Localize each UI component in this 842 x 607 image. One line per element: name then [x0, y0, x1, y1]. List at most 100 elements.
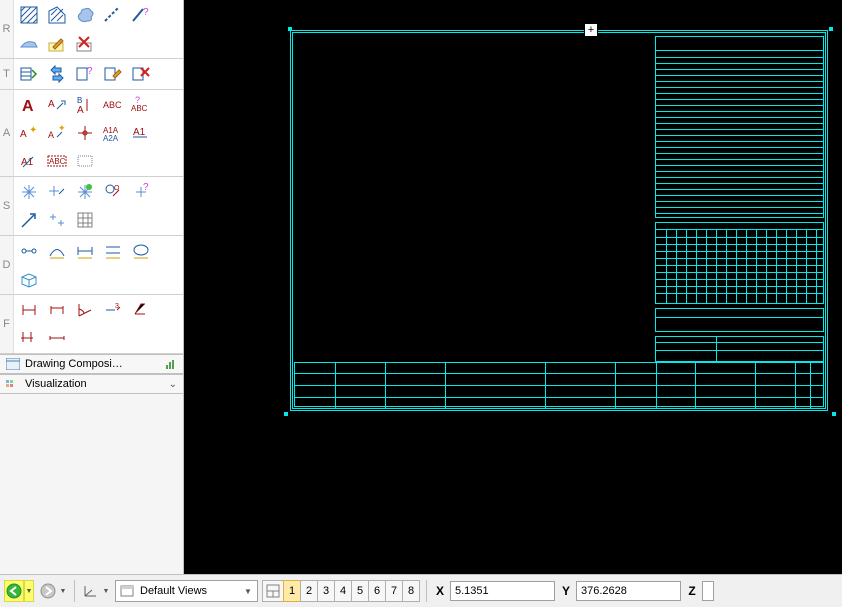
connector-icon[interactable]	[16, 238, 42, 264]
draft-tool-icon[interactable]	[16, 30, 42, 56]
svg-text:A: A	[48, 130, 54, 140]
bracket-tool-icon[interactable]	[72, 238, 98, 264]
chart-small-icon	[165, 358, 177, 370]
viewport-4-button[interactable]: 4	[334, 580, 352, 602]
dim-bottom1-icon[interactable]	[16, 325, 42, 351]
row-label-a: A	[0, 90, 14, 176]
row-label-f: F	[0, 295, 14, 353]
nav-back-button[interactable]	[4, 580, 24, 602]
arc-tool-icon[interactable]	[44, 238, 70, 264]
table-delete-icon[interactable]	[128, 61, 154, 87]
text-b-a-icon[interactable]: BA	[72, 92, 98, 118]
viewport-2-button[interactable]: 2	[300, 580, 318, 602]
viewport-6-button[interactable]: 6	[368, 580, 386, 602]
dim-arrow3-icon[interactable]: 3	[100, 297, 126, 323]
chevron-down-icon: ▼	[241, 587, 255, 596]
coord-x-input[interactable]	[450, 581, 555, 601]
text-abc-box-icon[interactable]: ABC	[44, 148, 70, 174]
coord-z-input[interactable]	[702, 581, 714, 601]
svg-text:A: A	[22, 98, 34, 115]
anchor-cross-icon[interactable]	[72, 120, 98, 146]
vector-arrow-icon[interactable]	[16, 207, 42, 233]
grid-table-icon[interactable]	[72, 207, 98, 233]
line-style-icon[interactable]	[100, 2, 126, 28]
svg-text:ABC: ABC	[103, 100, 122, 110]
delete-x-icon[interactable]	[72, 30, 98, 56]
hatch-region-icon[interactable]	[44, 2, 70, 28]
nav-forward-button[interactable]	[38, 580, 58, 602]
svg-text:ABC: ABC	[131, 104, 148, 113]
snap-star-icon[interactable]	[16, 179, 42, 205]
snap-multi-icon[interactable]	[44, 207, 70, 233]
visualization-panel[interactable]: Visualization ⌄	[0, 374, 183, 394]
table-swap-icon[interactable]	[44, 61, 70, 87]
sidebar-empty-area	[0, 394, 183, 574]
axis-tool-dropdown[interactable]: ▼	[101, 580, 111, 602]
titleblock-bottom	[294, 362, 824, 407]
svg-text:A: A	[77, 105, 84, 115]
svg-text:✦: ✦	[58, 123, 66, 133]
drawing-composition-label: Drawing Composi…	[25, 358, 160, 370]
svg-text:ABC: ABC	[49, 157, 66, 166]
axis-tool-button[interactable]	[81, 580, 101, 602]
row-label-d: D	[0, 236, 14, 294]
text-dotted-icon[interactable]	[72, 148, 98, 174]
view-center-marker[interactable]: +	[584, 23, 598, 37]
coord-z-label: Z	[685, 584, 699, 598]
line-help-icon[interactable]: ?	[128, 2, 154, 28]
viewport-8-button[interactable]: 8	[402, 580, 420, 602]
svg-text:A1: A1	[133, 127, 146, 138]
text-a1-var-icon[interactable]: A1	[16, 148, 42, 174]
dim-bottom2-icon[interactable]	[44, 325, 70, 351]
coord-y-input[interactable]	[576, 581, 681, 601]
fill-cloud-icon[interactable]	[72, 2, 98, 28]
text-bold-a-icon[interactable]: A	[16, 92, 42, 118]
viewport-7-button[interactable]: 7	[385, 580, 403, 602]
dim-angle-icon[interactable]	[72, 297, 98, 323]
snap-star-arrow-icon[interactable]	[44, 179, 70, 205]
svg-text:A: A	[48, 99, 55, 110]
text-a1-under-icon[interactable]: A1	[128, 120, 154, 146]
titleblock-corner	[655, 336, 824, 362]
views-dropdown-label: Default Views	[140, 585, 235, 597]
visualization-label: Visualization	[25, 378, 164, 390]
tool-palette: R ?	[0, 0, 183, 354]
viewport-1-button[interactable]: 1	[283, 580, 301, 602]
dim-bevel-icon[interactable]	[128, 297, 154, 323]
table-insert-icon[interactable]	[16, 61, 42, 87]
ellipse-tool-icon[interactable]	[128, 238, 154, 264]
snap-o-arrow-icon[interactable]: O	[100, 179, 126, 205]
viewport-button-group: 1 2 3 4 5 6 7 8	[262, 580, 420, 602]
rect-span-icon[interactable]	[100, 238, 126, 264]
views-dropdown[interactable]: Default Views ▼	[115, 580, 258, 602]
snap-help-icon[interactable]: ?	[128, 179, 154, 205]
box-3d-icon[interactable]	[16, 266, 42, 292]
text-a1a-icon[interactable]: A1AA2A	[100, 120, 126, 146]
text-abc-icon[interactable]: ABC	[100, 92, 126, 118]
coord-y-label: Y	[559, 584, 573, 598]
viewport-config-button[interactable]	[262, 580, 284, 602]
table-edit-icon[interactable]	[100, 61, 126, 87]
coord-x-label: X	[433, 584, 447, 598]
nav-back-dropdown[interactable]: ▼	[24, 580, 34, 602]
drawing-canvas[interactable]: +	[184, 0, 842, 574]
table-help-icon[interactable]: ?	[72, 61, 98, 87]
statusbar: ▼ ▼ ▼ Default Views ▼ 1 2 3 4 5 6 7 8 X	[0, 574, 842, 607]
drawing-composition-panel[interactable]: Drawing Composi…	[0, 354, 183, 374]
viewport-5-button[interactable]: 5	[351, 580, 369, 602]
dim-horizontal-icon[interactable]	[16, 297, 42, 323]
text-arrow-icon[interactable]: A	[44, 92, 70, 118]
text-abc-help-icon[interactable]: ABC?	[128, 92, 154, 118]
panel-icon	[6, 358, 20, 370]
visualization-panel-icon	[6, 378, 20, 390]
svg-text:?: ?	[143, 182, 149, 193]
nav-forward-dropdown[interactable]: ▼	[58, 580, 68, 602]
viewport-3-button[interactable]: 3	[317, 580, 335, 602]
svg-text:O: O	[114, 185, 120, 192]
hatch-tool-icon[interactable]	[16, 2, 42, 28]
snap-star-green-icon[interactable]	[72, 179, 98, 205]
dim-top-icon[interactable]	[44, 297, 70, 323]
edit-pencil-icon[interactable]	[44, 30, 70, 56]
text-star1-icon[interactable]: A✦	[16, 120, 42, 146]
text-star2-icon[interactable]: A✦	[44, 120, 70, 146]
